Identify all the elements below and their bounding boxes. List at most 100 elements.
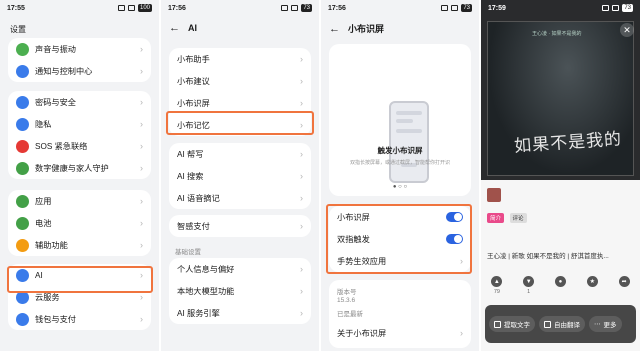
settings-item[interactable]: 声音与振动 › — [8, 38, 151, 60]
page-title: AI — [188, 23, 197, 33]
coin-button[interactable]: ● — [554, 276, 566, 295]
more-icon: ⋯ — [594, 321, 601, 328]
chevron-right-icon: › — [140, 292, 143, 302]
screen-recognition-screen: 17:56 73 ← 小布识屏 触发小布识屏 双指长按屏幕，或通过截屏，智能帮你… — [321, 0, 479, 351]
avatar[interactable] — [487, 188, 501, 202]
settings-item-label: 声音与振动 — [35, 45, 76, 54]
extract-text-button[interactable]: 提取文字 — [489, 316, 535, 332]
close-icon[interactable]: ✕ — [620, 23, 634, 37]
battery-icon: 73 — [301, 4, 312, 12]
settings-item[interactable]: 辅助功能 › — [8, 234, 151, 256]
settings-item[interactable]: 通知与控制中心 › — [8, 60, 151, 82]
cloud-icon — [16, 290, 29, 304]
like-button[interactable]: ▲ 79 — [491, 276, 503, 295]
tab-bar: 简介 评论 — [487, 212, 530, 223]
chevron-right-icon: › — [140, 163, 143, 173]
wifi-icon — [451, 5, 459, 11]
chevron-right-icon: › — [140, 119, 143, 129]
action-bar: ▲ 79 ▼ 1 ● ★ ➦ — [481, 276, 640, 295]
hero-card: 触发小布识屏 双指长按屏幕，或通过截屏，智能帮你打开识 ● ○ ○ — [329, 44, 471, 196]
ai-menu-item[interactable]: AI 语音摘记 › — [169, 187, 311, 209]
pager-dots: ● ○ ○ — [392, 184, 408, 190]
update-status: 已是最新 — [337, 311, 363, 318]
ai-menu-item[interactable]: AI 帮写 › — [169, 143, 311, 165]
ai-menu-item[interactable]: 小布助手 › — [169, 48, 311, 70]
media-screen: 17:59 73 王心凌 · 如果不是我的 如果不是我的 ✕ 简介 评论 王心凌… — [481, 0, 640, 351]
text-icon — [494, 320, 501, 328]
back-arrow-icon[interactable]: ← — [169, 22, 180, 34]
chevron-right-icon: › — [140, 141, 143, 151]
screen-recognition-toggle[interactable] — [446, 212, 463, 222]
wallet-icon — [16, 312, 29, 326]
settings-item-label: 隐私 — [35, 120, 52, 129]
coin-icon: ● — [554, 276, 566, 287]
settings-item-label: 电池 — [35, 219, 52, 228]
tab-comments[interactable]: 评论 — [509, 213, 527, 223]
settings-item[interactable]: 隐私 › — [8, 113, 151, 135]
settings-item-label: SOS 紧急联络 — [35, 142, 88, 151]
ai-menu-item-label: 小布记忆 — [177, 121, 210, 130]
sound-icon — [16, 42, 29, 56]
album-cover[interactable]: 王心凌 · 如果不是我的 如果不是我的 — [487, 21, 634, 176]
ai-group-4: 个人信息与偏好 › 本地大模型功能 › AI 服务引擎 › — [169, 258, 311, 324]
ai-menu-item-label: AI 搜索 — [177, 172, 204, 181]
ai-menu-item[interactable]: 小布建议 › — [169, 70, 311, 92]
thumb-up-icon: ▲ — [491, 276, 503, 287]
ai-menu-item[interactable]: 个人信息与偏好 › — [169, 258, 311, 280]
settings-item-label: 通知与控制中心 — [35, 67, 93, 76]
dislike-count: 1 — [527, 289, 531, 295]
ai-menu-item[interactable]: 小布识屏 › — [169, 92, 311, 114]
status-time: 17:56 — [168, 4, 186, 12]
gesture-apps-row[interactable]: 手势生效应用 › — [329, 250, 471, 272]
ai-menu-item-label: AI 帮写 — [177, 150, 204, 159]
ai-menu-item[interactable]: AI 搜索 › — [169, 165, 311, 187]
settings-item[interactable]: 数字健康与家人守护 › — [8, 157, 151, 179]
about-row[interactable]: 关于小布识屏 › — [329, 322, 471, 344]
privacy-icon — [16, 117, 29, 131]
settings-item[interactable]: 密码与安全 › — [8, 91, 151, 113]
toggle-row[interactable]: 双指触发 — [329, 228, 471, 250]
settings-item[interactable]: SOS 紧急联络 › — [8, 135, 151, 157]
settings-item-label: 数字健康与家人守护 — [35, 164, 109, 173]
health-icon — [16, 161, 29, 175]
settings-item[interactable]: 应用 › — [8, 190, 151, 212]
back-arrow-icon[interactable]: ← — [329, 23, 340, 35]
settings-item-label: 应用 — [35, 197, 52, 206]
chevron-right-icon: › — [300, 171, 303, 181]
settings-item[interactable]: 云服务 › — [8, 286, 151, 308]
ai-menu-item-label: 智感支付 — [177, 222, 210, 231]
page-title: 设置 — [10, 25, 26, 34]
status-bar: 17:56 73 — [321, 0, 479, 16]
toggle-row[interactable]: 小布识屏 — [329, 206, 471, 228]
chevron-right-icon: › — [300, 193, 303, 203]
ai-menu-item[interactable]: 小布记忆 › — [169, 114, 311, 136]
ai-group-2: AI 帮写 › AI 搜索 › AI 语音摘记 › — [169, 143, 311, 209]
two-finger-toggle[interactable] — [446, 234, 463, 244]
settings-group: 声音与振动 › 通知与控制中心 › — [8, 38, 151, 82]
ai-menu-item-label: 小布助手 — [177, 55, 210, 64]
settings-item[interactable]: AI › — [8, 264, 151, 286]
settings-item[interactable]: 电池 › — [8, 212, 151, 234]
settings-item-label: 密码与安全 — [35, 98, 76, 107]
translate-button[interactable]: 自由翻译 — [539, 316, 585, 332]
chevron-right-icon: › — [140, 270, 143, 280]
dislike-button[interactable]: ▼ 1 — [523, 276, 535, 295]
tab-intro[interactable]: 简介 — [487, 213, 505, 223]
header: ← 小布识屏 — [329, 22, 471, 35]
cover-title: 如果不是我的 — [513, 129, 623, 157]
ai-menu-item[interactable]: 智感支付 › — [169, 215, 311, 237]
battery-icon — [16, 216, 29, 230]
chevron-right-icon: › — [300, 221, 303, 231]
share-button[interactable]: ➦ — [618, 276, 630, 295]
settings-group: AI › 云服务 › 钱包与支付 › — [8, 264, 151, 330]
version-label: 版本号 — [337, 289, 357, 296]
favorite-button[interactable]: ★ — [586, 276, 598, 295]
row-label: 手势生效应用 — [337, 257, 387, 266]
ai-menu-item-label: 个人信息与偏好 — [177, 265, 235, 274]
more-button[interactable]: ⋯ 更多 — [589, 316, 622, 332]
ai-menu-item[interactable]: 本地大模型功能 › — [169, 280, 311, 302]
hero-title: 触发小布识屏 — [377, 146, 423, 155]
ai-menu-item[interactable]: AI 服务引擎 › — [169, 302, 311, 324]
settings-item[interactable]: 钱包与支付 › — [8, 308, 151, 330]
chevron-right-icon: › — [140, 97, 143, 107]
